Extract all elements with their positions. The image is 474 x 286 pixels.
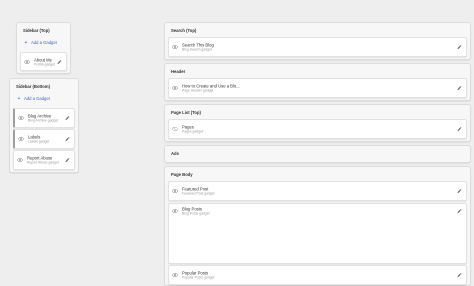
gadget-about-me[interactable]: About Me Profile gadget <box>20 52 67 71</box>
gadget-type: Profile gadget <box>34 62 55 66</box>
pencil-icon[interactable] <box>457 189 462 194</box>
eye-icon[interactable] <box>172 45 178 49</box>
section-title: Page List (Top) <box>171 110 201 115</box>
gadget-type: Page Header gadget <box>182 88 214 93</box>
gadget-type: Blog Search gadget <box>182 47 212 52</box>
pencil-icon[interactable] <box>457 45 462 50</box>
gadget-type: Blog Archive gadget <box>28 118 59 123</box>
eye-icon[interactable] <box>172 273 178 277</box>
gadget-type: Featured Post gadget <box>182 191 215 196</box>
add-gadget-label: Add a Gadget <box>24 96 50 101</box>
pencil-icon[interactable] <box>57 59 62 64</box>
ads-section: Ads <box>164 145 471 163</box>
add-gadget-button[interactable]: + Add a Gadget <box>21 37 66 48</box>
pencil-icon[interactable] <box>65 158 70 163</box>
gadget-page-header[interactable]: How to Create and Use a Blo... Page Head… <box>168 78 467 98</box>
sidebar-top-section: Sidebar (Top) + Add a Gadget About Me Pr… <box>16 22 71 74</box>
gadget-featured-post[interactable]: Featured Post Featured Post gadget <box>168 181 467 201</box>
page-body-section: Page Body Featured Post Featured Post ga… <box>164 166 471 286</box>
section-title: Page Body <box>171 172 193 177</box>
add-gadget-label: Add a Gadget <box>31 40 57 45</box>
pencil-icon[interactable] <box>65 116 70 121</box>
gadget-blog-posts[interactable]: Blog Posts Blog Posts gadget <box>168 203 467 264</box>
plus-icon: + <box>24 39 28 46</box>
eye-icon[interactable] <box>18 116 24 120</box>
pencil-icon[interactable] <box>65 137 70 142</box>
search-top-section: Search (Top) Search This Blog Blog Searc… <box>164 22 471 60</box>
pencil-icon[interactable] <box>457 86 462 91</box>
header-section: Header How to Create and Use a Blo... Pa… <box>164 63 471 101</box>
eye-off-icon[interactable] <box>172 127 178 131</box>
gadget-report-abuse[interactable]: Report Abuse Report Abuse gadget <box>13 150 75 170</box>
pencil-icon[interactable] <box>457 127 462 132</box>
plus-icon: + <box>17 95 21 102</box>
gadget-type: Popular Posts gadget <box>182 275 215 280</box>
gadget-labels[interactable]: Labels Labels gadget <box>13 129 75 149</box>
add-gadget-button[interactable]: + Add a Gadget <box>14 93 74 104</box>
gadget-type: Blog Posts gadget <box>182 211 210 216</box>
section-title: Sidebar (Top) <box>23 28 50 33</box>
gadget-search-this-blog[interactable]: Search This Blog Blog Search gadget <box>168 37 467 57</box>
pencil-icon[interactable] <box>457 209 462 214</box>
eye-icon[interactable] <box>172 86 178 90</box>
gadget-type: Pages gadget <box>182 129 203 134</box>
sidebar-bottom-section: Sidebar (Bottom) + Add a Gadget Blog Arc… <box>9 78 79 173</box>
eye-icon[interactable] <box>172 189 178 193</box>
section-title: Sidebar (Bottom) <box>16 84 50 89</box>
gadget-popular-posts[interactable]: Popular Posts Popular Posts gadget <box>168 265 467 285</box>
eye-icon[interactable] <box>172 209 178 213</box>
eye-icon[interactable] <box>17 158 23 162</box>
pencil-icon[interactable] <box>457 273 462 278</box>
gadget-blog-archive[interactable]: Blog Archive Blog Archive gadget <box>13 108 75 128</box>
section-title: Search (Top) <box>171 28 197 33</box>
page-list-top-section: Page List (Top) Pages Pages gadget <box>164 104 471 142</box>
eye-icon[interactable] <box>18 137 24 141</box>
eye-icon[interactable] <box>24 60 30 64</box>
gadget-pages[interactable]: Pages Pages gadget <box>168 119 467 139</box>
gadget-type: Report Abuse gadget <box>27 160 59 165</box>
section-title: Header <box>171 69 186 74</box>
gadget-type: Labels gadget <box>28 139 50 144</box>
section-title: Ads <box>171 151 179 156</box>
